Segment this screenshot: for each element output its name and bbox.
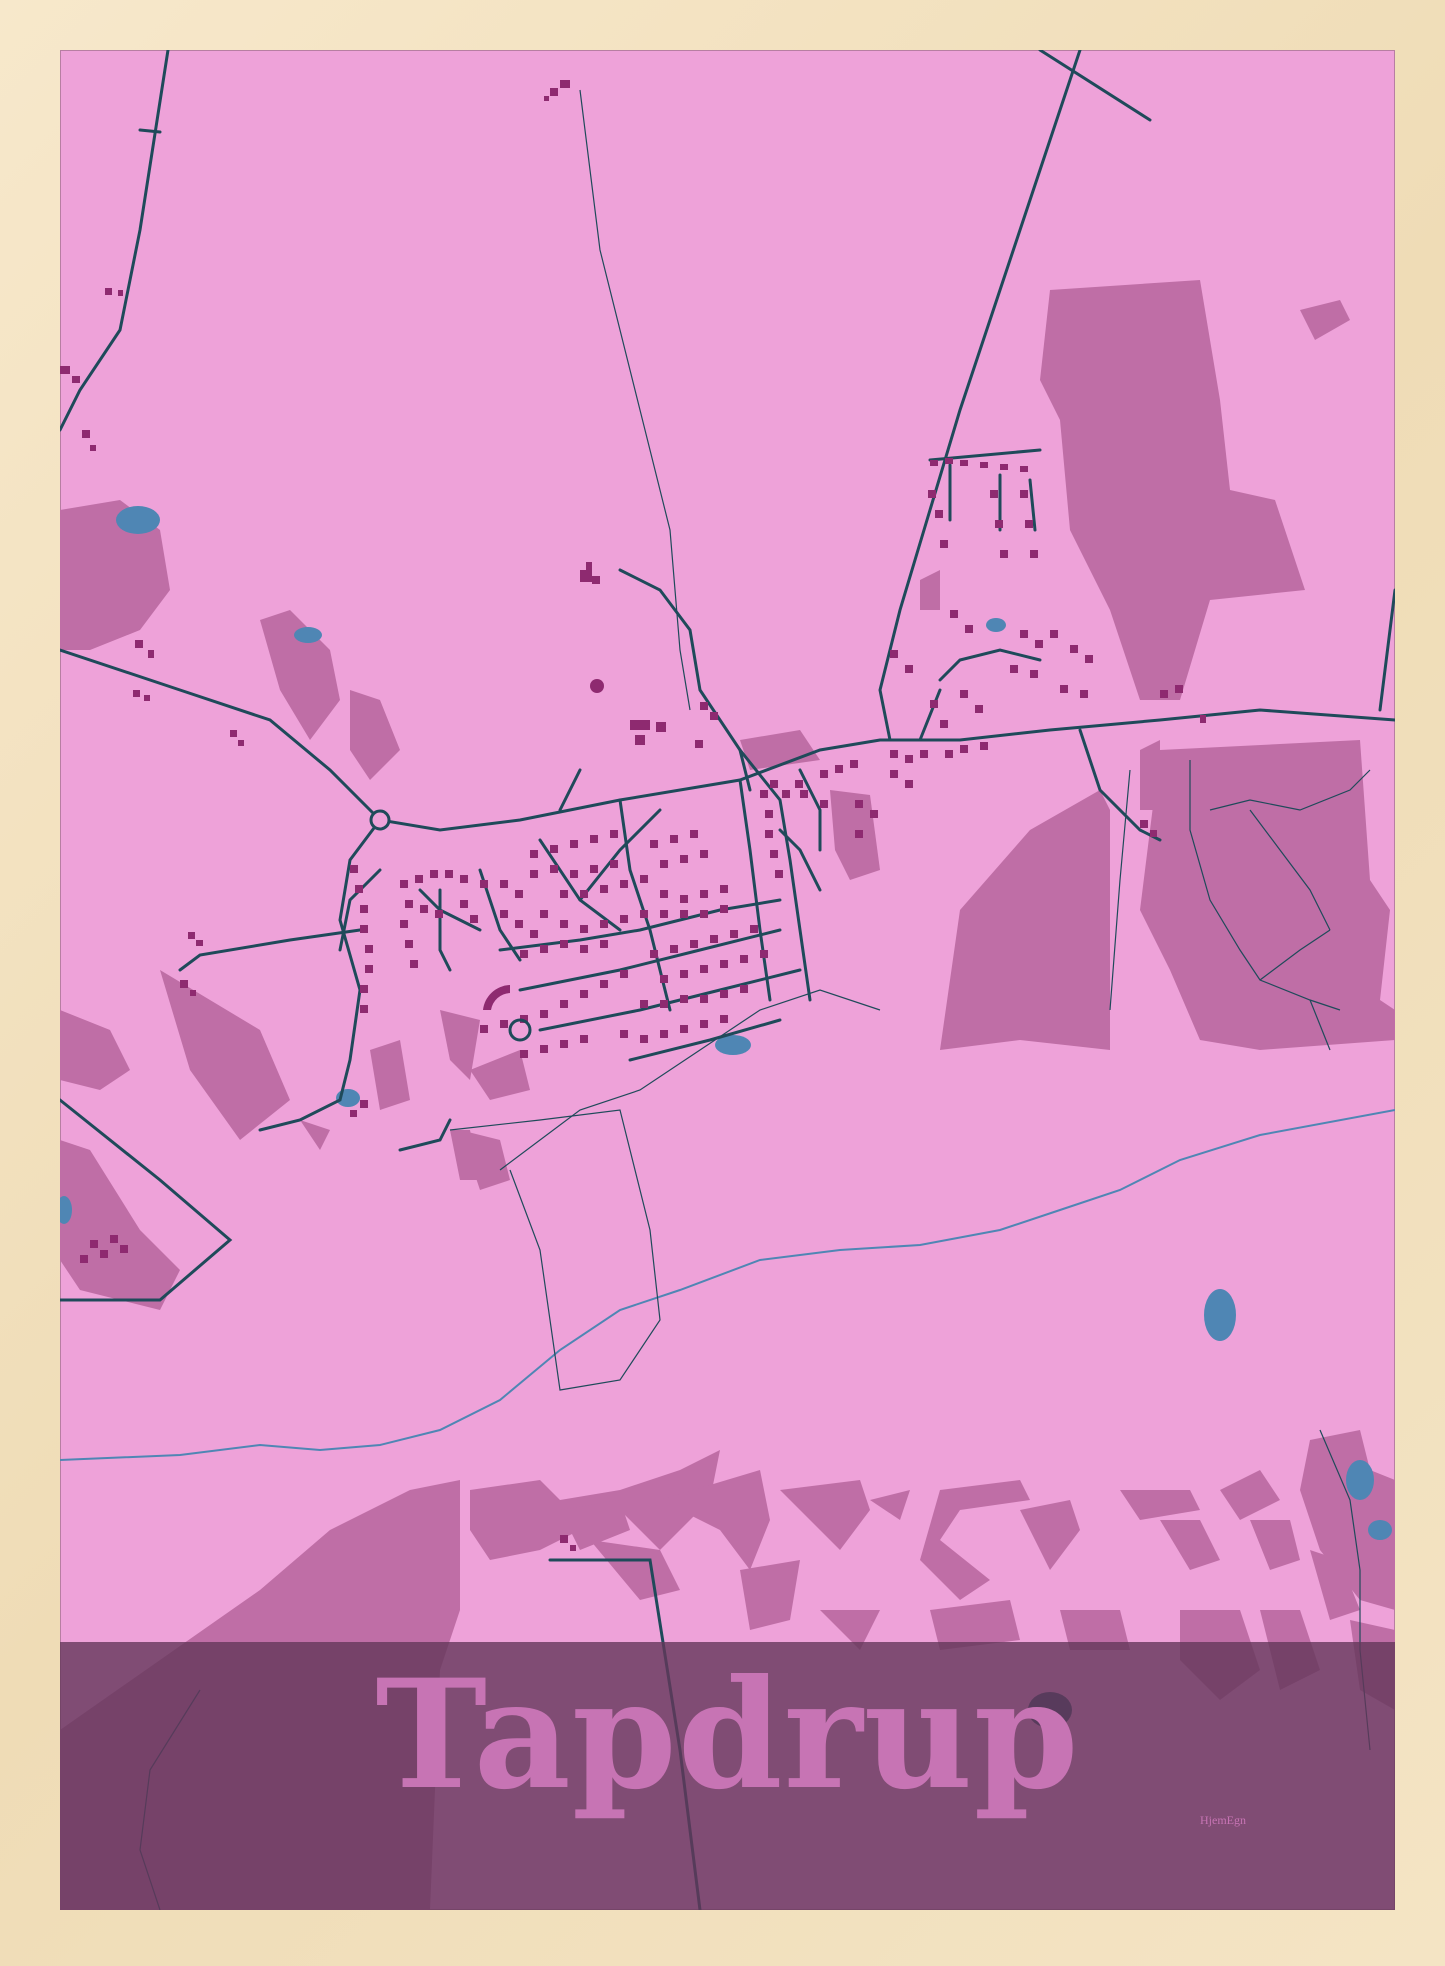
roundabout	[369, 809, 391, 831]
map-area: Tapdrup HjemEgn	[60, 50, 1395, 1910]
buildings	[60, 80, 1206, 1551]
brand-logo: HjemEgn	[1200, 1813, 1246, 1827]
map-svg	[60, 50, 1395, 1910]
place-name-title: Tapdrup	[375, 1647, 1080, 1823]
streams	[60, 1109, 1395, 1461]
poster-frame: Tapdrup HjemEgn	[0, 0, 1445, 1966]
